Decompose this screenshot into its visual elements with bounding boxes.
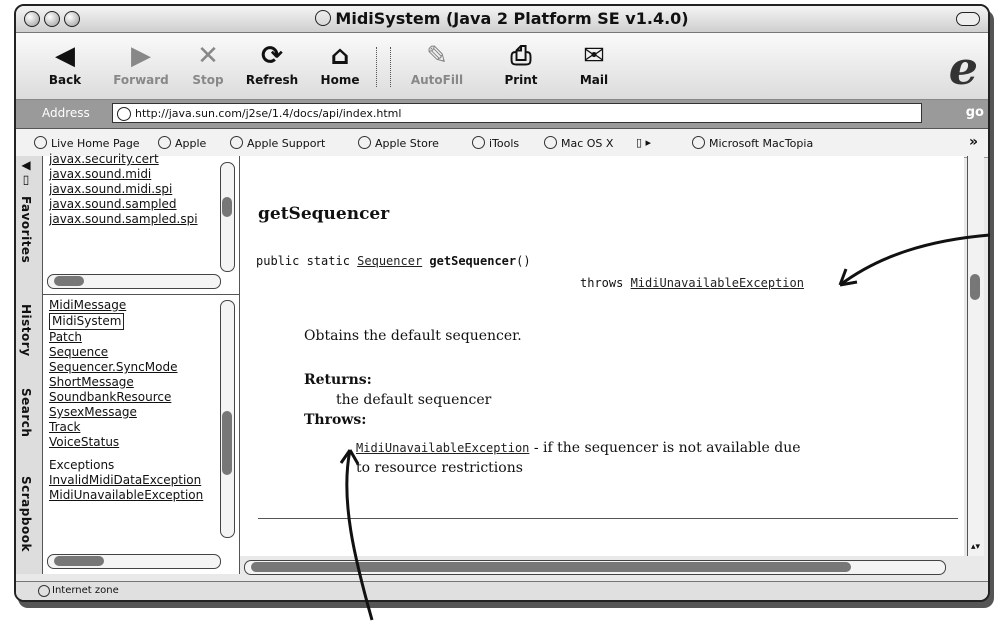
annotation-arrow-top — [839, 233, 991, 287]
annotation-arrow-bottom — [345, 449, 374, 621]
annotation-arrows — [339, 233, 991, 621]
